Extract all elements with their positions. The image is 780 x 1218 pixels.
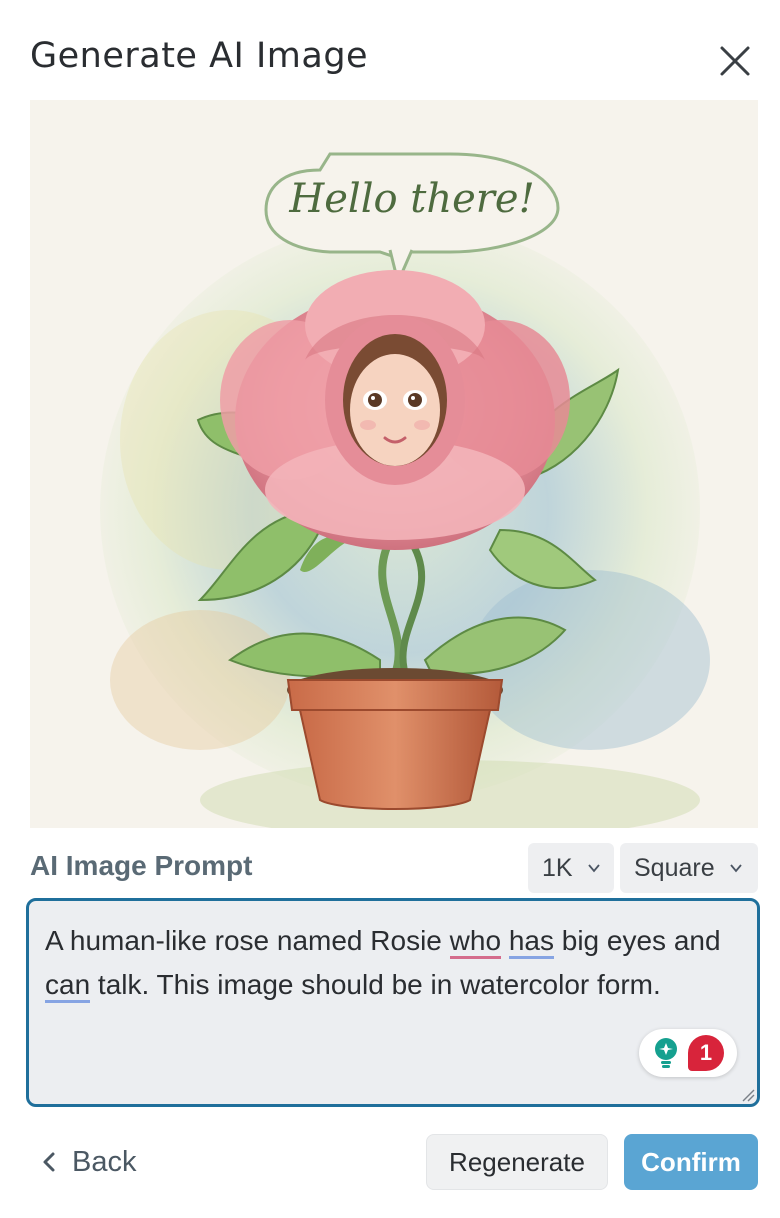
image-size-select[interactable]: 1K xyxy=(528,843,614,893)
close-button[interactable] xyxy=(714,40,756,82)
chevron-down-icon xyxy=(587,864,600,873)
image-size-value: 1K xyxy=(542,853,573,882)
prompt-textarea[interactable]: A human-like rose named Rosie who has bi… xyxy=(26,898,760,1107)
grammar-assistant-widget[interactable]: 1 xyxy=(639,1029,737,1077)
generate-image-dialog: Generate AI Image Hello there! AI Image … xyxy=(0,0,780,1218)
dialog-title: Generate AI Image xyxy=(30,36,369,76)
grammar-flag-has[interactable]: has xyxy=(508,925,554,959)
speech-bubble-text: Hello there! xyxy=(288,176,534,222)
issue-count-badge: 1 xyxy=(688,1035,724,1071)
prompt-text-segment: A human-like rose named Rosie xyxy=(45,925,450,956)
grammar-flag-can[interactable]: can xyxy=(45,969,91,1003)
close-icon xyxy=(720,46,750,76)
prompt-text-segment xyxy=(501,925,509,956)
generated-image: Hello there! xyxy=(30,100,758,828)
back-label: Back xyxy=(72,1145,137,1178)
resize-handle-icon[interactable] xyxy=(741,1088,755,1102)
prompt-label: AI Image Prompt xyxy=(30,850,253,881)
image-shape-select[interactable]: Square xyxy=(620,843,758,893)
prompt-text: A human-like rose named Rosie who has bi… xyxy=(45,919,745,1007)
spelling-flag-who[interactable]: who xyxy=(449,925,502,959)
confirm-button[interactable]: Confirm xyxy=(624,1134,758,1190)
image-shape-value: Square xyxy=(634,853,715,882)
chevron-left-icon xyxy=(43,1152,55,1172)
back-button[interactable]: Back xyxy=(40,1140,136,1184)
chevron-down-icon xyxy=(729,864,742,873)
lightbulb-icon xyxy=(655,1038,677,1068)
rose-illustration: Hello there! xyxy=(30,100,758,828)
regenerate-button[interactable]: Regenerate xyxy=(426,1134,608,1190)
prompt-text-segment: talk. This image should be in watercolor… xyxy=(90,969,661,1000)
prompt-text-segment: big eyes and xyxy=(553,925,721,956)
